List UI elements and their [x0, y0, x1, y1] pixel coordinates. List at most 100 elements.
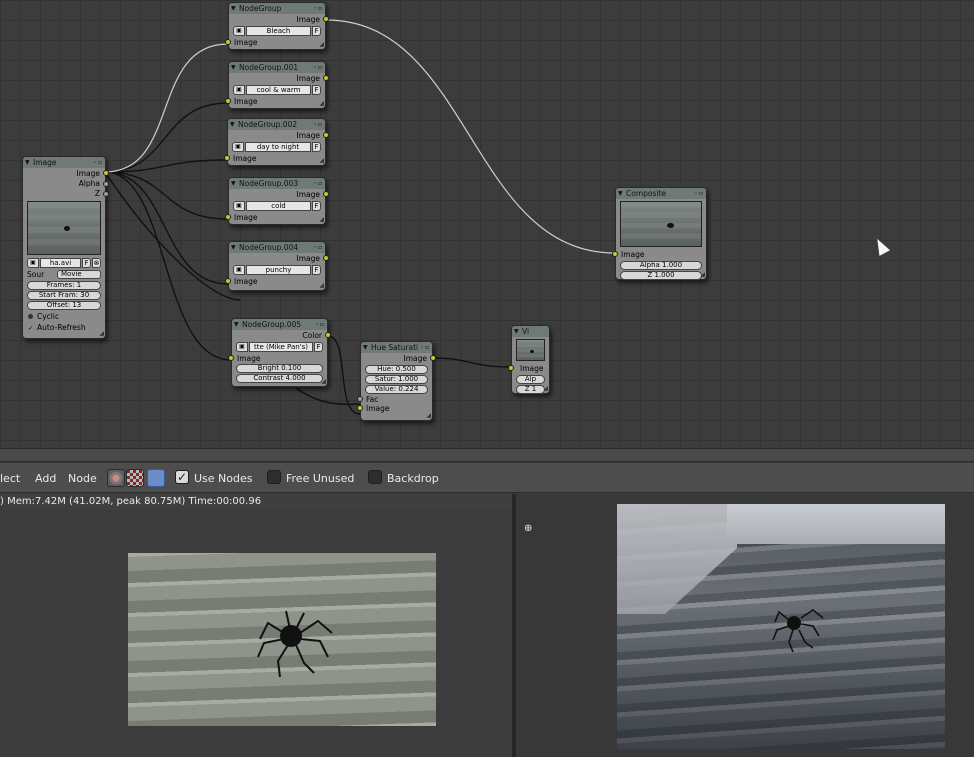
nodegroup-cold-node[interactable]: ▼ NodeGroup.003 ◦▫ Image ▣ cold F Image ◢ [225, 177, 329, 225]
socket-out[interactable] [325, 332, 331, 338]
socket-in[interactable] [225, 98, 231, 104]
node-header[interactable]: ▼ Composite ◦▫ [616, 188, 706, 199]
input-fac: Fac [357, 395, 432, 404]
socket-in[interactable] [225, 39, 231, 45]
socket-in-image[interactable] [357, 405, 363, 411]
node-header[interactable]: ▼ NodeGroup.005 ◦▫ [232, 319, 327, 330]
group-selector[interactable]: ▣ tte (Mike Pan's) F [236, 342, 323, 352]
group-selector[interactable]: ▣ cool & warm F [233, 85, 321, 95]
viewer-alpha-field[interactable]: Alp [516, 375, 545, 384]
socket-in[interactable] [225, 214, 231, 220]
frames-field[interactable]: Frames: 1 [27, 281, 101, 290]
socket-out[interactable] [323, 191, 329, 197]
node-editor[interactable]: ▼ Image ◦▫ Image Alpha Z ▣ ha.avi F ⊗ Sour Mo… [0, 0, 974, 448]
socket-in[interactable] [225, 278, 231, 284]
bright-field[interactable]: Bright 0.100 [236, 364, 323, 373]
composite-result-view[interactable]: ⊕ [516, 494, 974, 757]
composite-alpha-field[interactable]: Alpha 1.000 [620, 261, 702, 270]
source-dropdown[interactable]: Movie [57, 270, 101, 279]
node-header[interactable]: ▼ NodeGroup.001 ◦▫ [229, 62, 325, 73]
socket-out[interactable] [323, 16, 329, 22]
hue-saturation-node[interactable]: ▼ Hue Saturati ◦▫ Image Hue: 0.500 Satur: … [357, 341, 436, 421]
composite-nodes-icon[interactable] [147, 469, 165, 487]
socket-in-fac[interactable] [357, 396, 363, 402]
value-field[interactable]: Value: 0.224 [365, 385, 428, 394]
nodegroup-punchy-node[interactable]: ▼ NodeGroup.004 ◦▫ Image ▣ punchy F Image ◢ [225, 241, 329, 291]
menu-node[interactable]: Node [68, 472, 97, 485]
area-splitter[interactable] [0, 448, 974, 462]
nodegroup-day-to-night-node[interactable]: ▼ NodeGroup.002 ◦▫ Image ▣ day to night F Im… [224, 118, 329, 166]
backdrop-checkbox[interactable] [368, 470, 382, 484]
cyclic-radio[interactable] [28, 314, 33, 319]
node-header[interactable]: ▼ NodeGroup.004 ◦▫ [229, 242, 325, 253]
cyclic-option[interactable]: Cyclic [23, 311, 105, 322]
socket-out-z[interactable] [103, 191, 109, 197]
group-selector[interactable]: ▣ day to night F [232, 142, 321, 152]
socket-in-image[interactable] [612, 251, 618, 257]
image-file-selector[interactable]: ▣ ha.avi F ⊗ [27, 258, 101, 268]
render-info-bar: ) Mem:7.42M (41.02M, peak 80.75M) Time:0… [0, 494, 512, 510]
image-input-node[interactable]: ▼ Image ◦▫ Image Alpha Z ▣ ha.avi F ⊗ Sour Mo… [22, 156, 109, 339]
socket-in-image[interactable] [508, 365, 514, 371]
start-frame-field[interactable]: Start Fram: 30 [27, 291, 101, 300]
saturation-field[interactable]: Satur: 1.000 [365, 375, 428, 384]
contrast-field[interactable]: Contrast 4.000 [236, 374, 323, 383]
node-header[interactable]: ▼ NodeGroup.003 ◦▫ [229, 178, 325, 189]
group-selector[interactable]: ▣ Bleach F [233, 26, 321, 36]
socket-out-alpha[interactable] [103, 181, 109, 187]
node-header[interactable]: ▼ Vi [512, 326, 549, 337]
socket-out[interactable] [323, 75, 329, 81]
input-image: Image [225, 96, 325, 107]
auto-refresh-option[interactable]: ✓ Auto-Refresh [23, 322, 105, 333]
pack-icon[interactable]: ⊗ [92, 258, 101, 268]
group-selector[interactable]: ▣ cold F [233, 201, 321, 211]
composite-spider-legs [772, 609, 824, 653]
socket-out-image[interactable] [103, 170, 109, 176]
nodegroup-cool-warm-node[interactable]: ▼ NodeGroup.001 ◦▫ Image ▣ cool & warm F Ima… [225, 61, 329, 109]
image-icon: ▣ [27, 258, 39, 268]
node-header[interactable]: ▼ Hue Saturati ◦▫ [361, 342, 432, 353]
node-header[interactable]: ▼ NodeGroup.002 ◦▫ [228, 119, 325, 130]
viewer-z-field[interactable]: Z 1 [516, 385, 545, 394]
output-image: Image [229, 14, 329, 25]
node-header[interactable]: ▼ NodeGroup ◦▫ [229, 3, 325, 14]
source-row: Sour Movie [23, 269, 105, 280]
socket-in-image[interactable] [228, 355, 234, 361]
composite-z-field[interactable]: Z 1.000 [620, 271, 702, 280]
spider-legs [257, 610, 333, 678]
node-header-icons[interactable]: ◦▫ [93, 157, 103, 168]
output-image: Image [361, 353, 436, 364]
socket-in[interactable] [224, 155, 230, 161]
wire-group005-fac [295, 387, 361, 406]
input-image: Image [357, 404, 432, 413]
socket-out[interactable] [323, 132, 329, 138]
composite-preview [620, 201, 702, 247]
output-image: Image [229, 73, 329, 84]
composite-result-image [617, 504, 945, 749]
viewer-node[interactable]: ▼ Vi Image Alp Z 1 ◢ [508, 325, 550, 394]
free-unused-checkbox[interactable] [267, 470, 281, 484]
auto-refresh-check[interactable]: ✓ [28, 326, 34, 332]
hue-field[interactable]: Hue: 0.500 [365, 365, 428, 374]
menu-add[interactable]: Add [35, 472, 56, 485]
node-editor-header: lect Add Node ✓ Use Nodes Free Unused Ba… [0, 463, 974, 493]
nodegroup-vignette-node[interactable]: ▼ NodeGroup.005 ◦▫ Color ▣ tte (Mike Pan's)… [228, 318, 331, 387]
node-header[interactable]: ▼ Image ◦▫ [23, 157, 105, 168]
input-image: Image [224, 153, 325, 164]
use-nodes-checkbox[interactable]: ✓ [175, 470, 189, 484]
menu-select[interactable]: lect [0, 472, 20, 485]
output-image: Image [229, 189, 329, 200]
wire-image-extra [104, 171, 241, 301]
nodegroup-bleach-node[interactable]: ▼ NodeGroup ◦▫ Image ▣ Bleach F Image ◢ [225, 2, 329, 50]
material-nodes-icon[interactable] [107, 469, 125, 487]
resize-handle[interactable]: ◢ [99, 330, 104, 337]
offset-field[interactable]: Offset: 13 [27, 301, 101, 310]
output-image: Image [23, 168, 109, 179]
render-result-view[interactable] [0, 510, 512, 757]
composite-node[interactable]: ▼ Composite ◦▫ Image Alpha 1.000 Z 1.000 ◢ [612, 187, 707, 280]
texture-nodes-icon[interactable] [126, 469, 144, 487]
socket-out[interactable] [430, 355, 436, 361]
wire-group-to-composite [325, 19, 616, 254]
socket-out[interactable] [323, 255, 329, 261]
group-selector[interactable]: ▣ punchy F [233, 265, 321, 275]
